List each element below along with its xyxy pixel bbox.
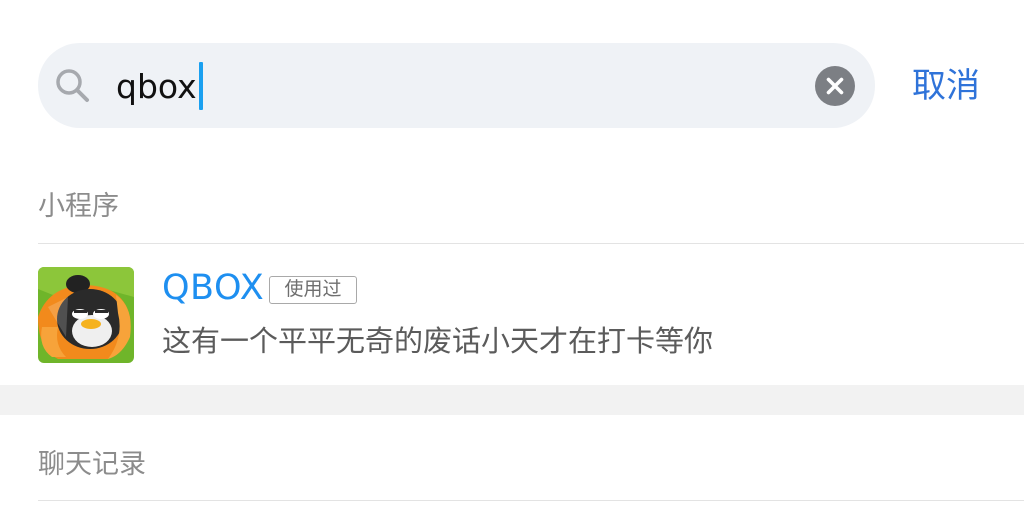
used-badge: 使用过 <box>269 276 357 304</box>
close-icon <box>826 77 844 95</box>
section-title-chat-history: 聊天记录 <box>38 449 146 480</box>
mini-program-description: 这有一个平平无奇的废话小天才在打卡等你 <box>162 324 714 358</box>
divider <box>38 500 1024 501</box>
section-title-mini-programs: 小程序 <box>38 191 119 222</box>
section-separator <box>0 385 1024 415</box>
search-page: qbox 取消 小程序 QBOX 使用过 这有一个平平无奇的废话小天才在打卡等你… <box>0 0 1024 525</box>
cancel-button[interactable]: 取消 <box>912 62 980 110</box>
mini-program-name: QBOX <box>162 268 265 308</box>
search-input[interactable]: qbox <box>116 58 197 116</box>
search-icon <box>54 67 94 107</box>
divider <box>38 243 1024 244</box>
clear-search-button[interactable] <box>815 66 855 106</box>
qbox-app-icon <box>38 267 134 363</box>
text-caret <box>199 62 203 110</box>
